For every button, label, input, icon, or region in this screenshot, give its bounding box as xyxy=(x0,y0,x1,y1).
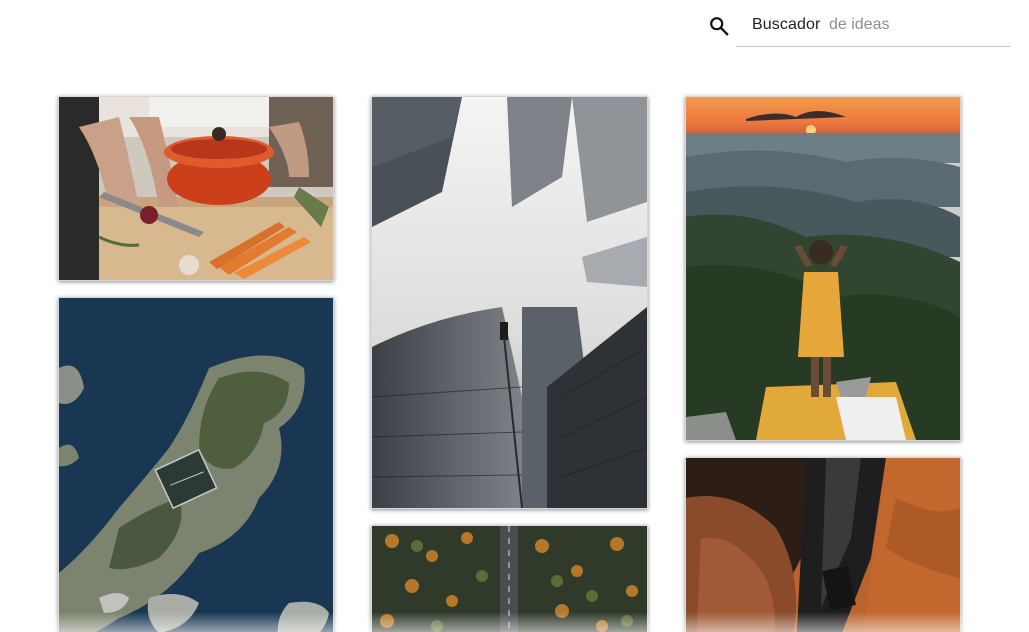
search-bar[interactable]: Buscador de ideas xyxy=(706,10,1010,47)
search-label: Buscador xyxy=(752,16,821,33)
search-placeholder: de ideas xyxy=(829,16,890,33)
skin-closeup-photo[interactable] xyxy=(685,457,961,632)
search-icon[interactable] xyxy=(708,15,730,37)
page: Buscador de ideas xyxy=(0,0,1029,632)
forest-road-photo[interactable] xyxy=(371,525,648,632)
search-input[interactable]: Buscador de ideas xyxy=(736,10,1010,47)
sunset-mountain-photo[interactable] xyxy=(685,96,961,441)
cooking-photo[interactable] xyxy=(58,96,334,281)
skyscrapers-photo[interactable] xyxy=(371,96,648,509)
island-aerial-photo[interactable] xyxy=(58,297,334,632)
